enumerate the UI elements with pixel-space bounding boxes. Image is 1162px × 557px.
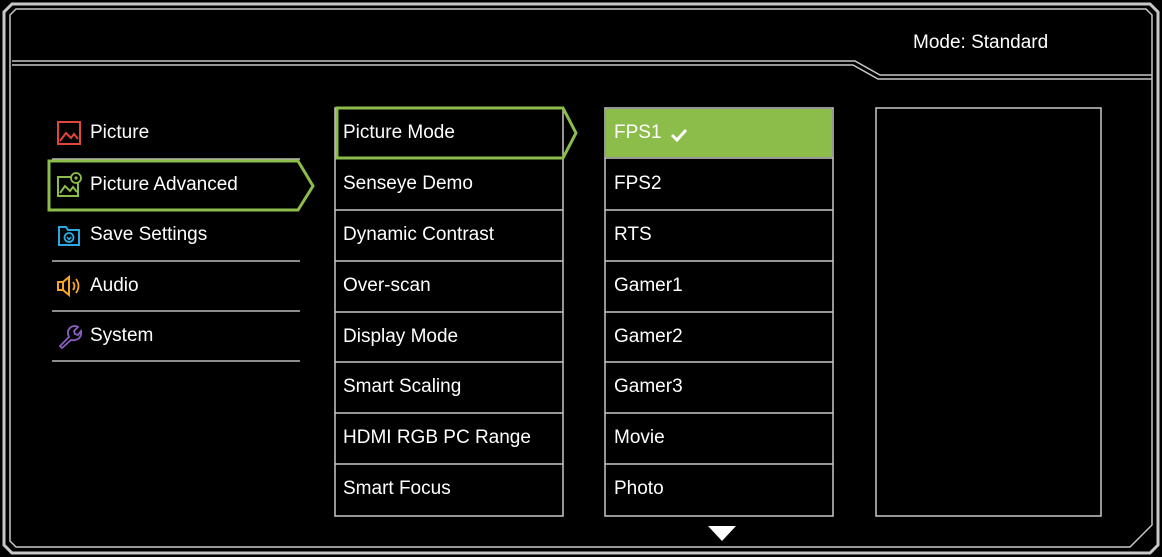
option-gamer1[interactable]: Gamer1 [614,262,683,310]
option-fps1[interactable]: FPS1 [614,109,688,157]
osd-frame [0,0,1162,557]
category-audio[interactable]: Audio [56,263,139,309]
category-save-settings[interactable]: Save Settings [56,212,207,258]
submenu-item-over-scan[interactable]: Over-scan [343,262,431,310]
wrench-icon [56,323,82,349]
option-photo[interactable]: Photo [614,465,664,513]
submenu-item-dynamic-contrast[interactable]: Dynamic Contrast [343,211,494,259]
submenu-item-senseye-demo[interactable]: Senseye Demo [343,160,473,208]
option-movie[interactable]: Movie [614,414,665,462]
category-label: Audio [90,275,139,296]
picture-icon [56,120,82,146]
checkmark-icon [670,126,688,143]
submenu-item-hdmi-rgb-pc-range[interactable]: HDMI RGB PC Range [343,414,531,462]
mode-indicator: Mode: Standard [913,32,1049,53]
option-gamer3[interactable]: Gamer3 [614,363,683,411]
category-picture-advanced[interactable]: Picture Advanced [56,162,238,208]
category-label: Picture [90,122,150,143]
option-label: FPS1 [614,122,662,143]
speaker-icon [56,273,82,299]
category-label: System [90,325,154,346]
save-settings-icon [56,222,82,248]
option-gamer2[interactable]: Gamer2 [614,313,683,361]
submenu-item-picture-mode[interactable]: Picture Mode [343,109,455,157]
category-system[interactable]: System [56,313,153,359]
picture-advanced-icon [56,172,82,198]
submenu-item-display-mode[interactable]: Display Mode [343,313,458,361]
category-picture[interactable]: Picture [56,110,149,156]
category-label: Save Settings [90,224,208,245]
submenu-item-smart-focus[interactable]: Smart Focus [343,465,451,513]
option-rts[interactable]: RTS [614,211,652,259]
submenu-item-smart-scaling[interactable]: Smart Scaling [343,363,461,411]
option-fps2[interactable]: FPS2 [614,160,662,208]
category-label: Picture Advanced [90,174,238,195]
